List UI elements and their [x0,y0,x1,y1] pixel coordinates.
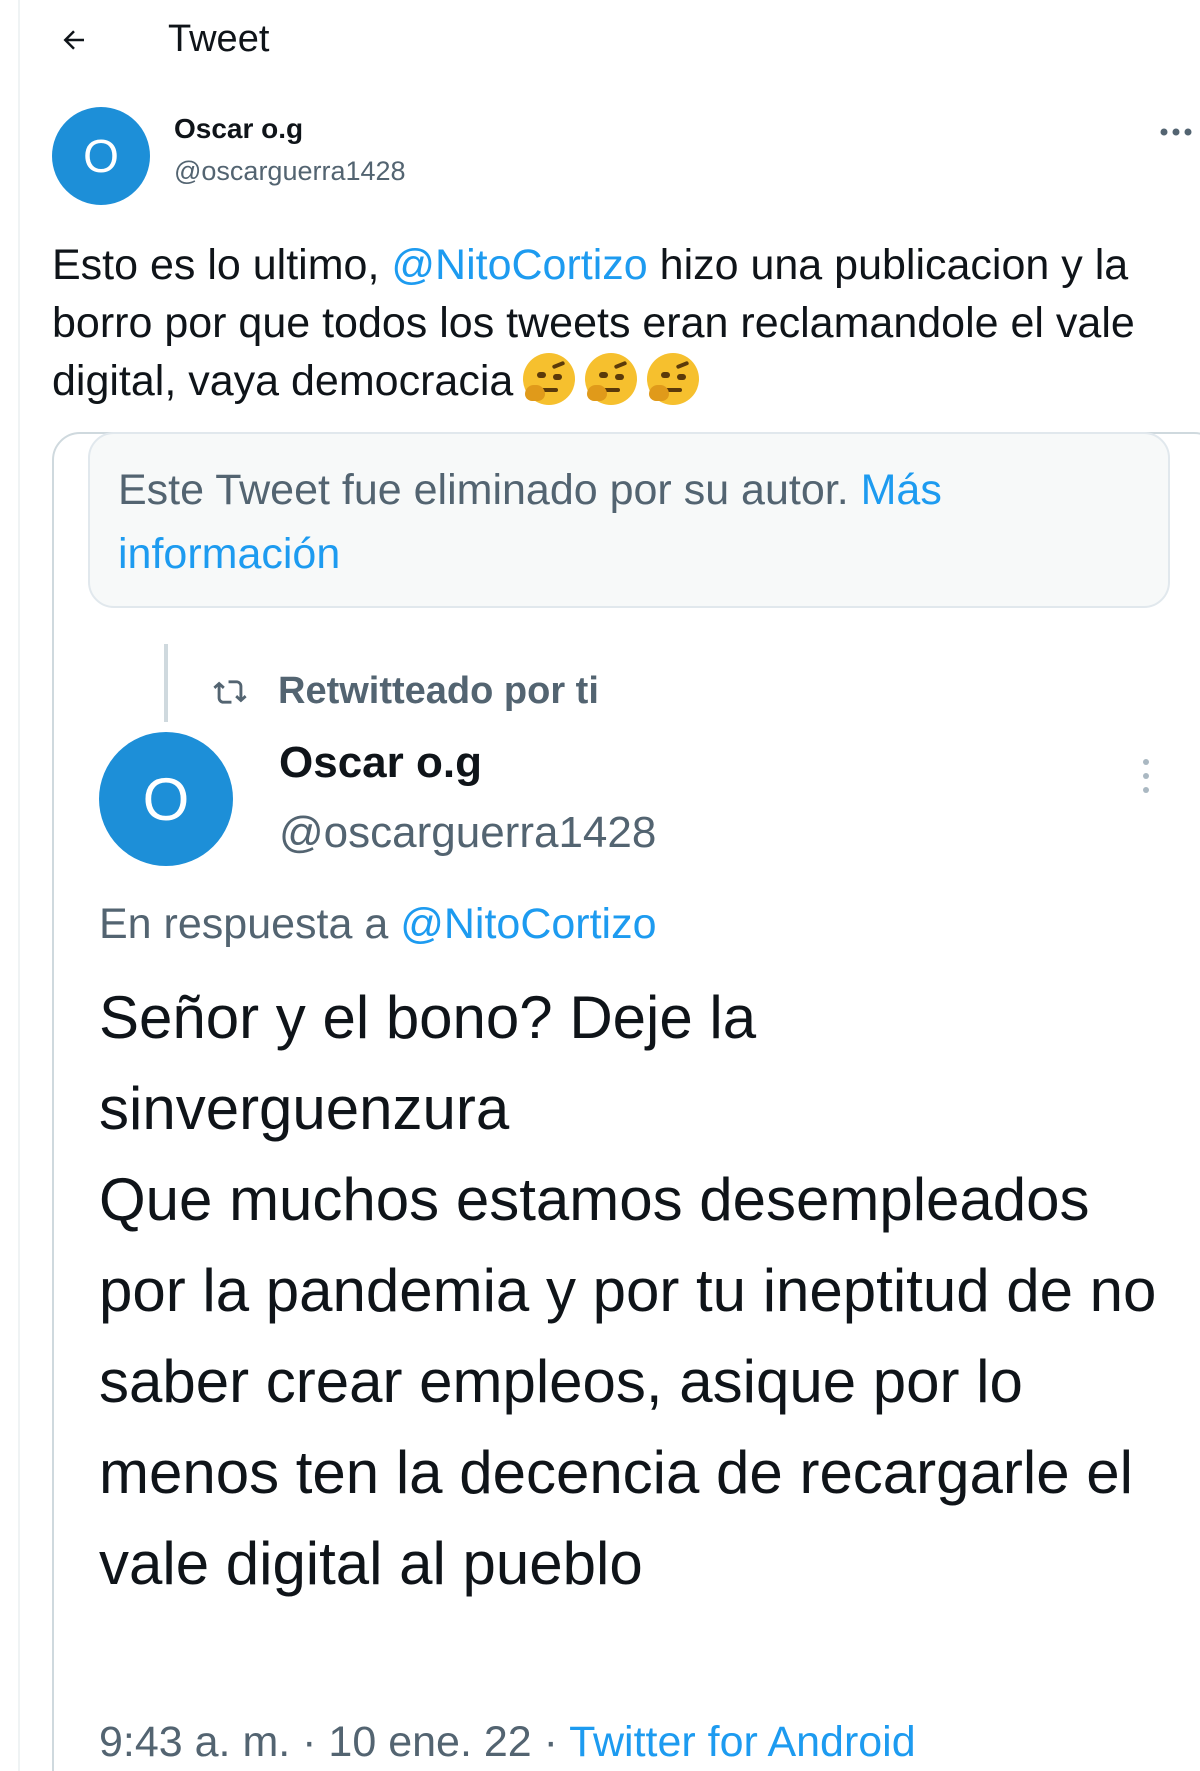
avatar-letter: O [142,765,190,833]
inner-author-handle[interactable]: @oscarguerra1428 [279,808,656,858]
face-with-raised-eyebrow-icon [523,353,576,405]
inner-tweet-text: Señor y el bono? Deje la sinverguenzura … [99,984,1157,1597]
more-vertical-icon[interactable] [1136,754,1156,798]
mention-link[interactable]: @NitoCortizo [391,241,647,289]
author-name[interactable]: Oscar o.g [174,113,303,145]
arrow-left-icon [63,30,84,50]
tweet-metadata: 9:43 a. m. · 10 ene. 22 · Twitter for An… [99,1718,916,1767]
face-with-raised-eyebrow-icon [585,353,638,405]
tweet-text: Esto es lo ultimo, @NitoCortizo hizo una… [52,236,1198,410]
avatar[interactable]: O [99,732,233,866]
author-handle[interactable]: @oscarguerra1428 [174,156,406,187]
avatar-letter: O [83,130,119,182]
reply-prefix: En respuesta a [99,900,401,948]
back-button[interactable] [52,18,96,62]
tweet-timestamp[interactable]: 9:43 a. m. · 10 ene. 22 · [99,1718,569,1766]
deleted-notice-text: Este Tweet fue eliminado por su autor. [118,466,861,514]
avatar[interactable]: O [52,107,150,205]
retweet-icon [212,676,248,708]
deleted-tweet-notice: Este Tweet fue eliminado por su autor. M… [88,432,1170,608]
face-with-raised-eyebrow-icon [647,353,700,405]
header: Tweet [0,0,1200,82]
retweet-label: Retwitteado por ti [278,670,599,712]
column-divider [18,0,20,1771]
tweet-page: Tweet O Oscar o.g @oscarguerra1428 Esto … [0,0,1200,1771]
tweet-text-part1: Esto es lo ultimo, [52,241,392,289]
inner-author-name[interactable]: Oscar o.g [279,738,482,788]
tweet-source-link[interactable]: Twitter for Android [569,1718,916,1766]
reply-mention-link[interactable]: @NitoCortizo [400,900,656,948]
reply-context: En respuesta a @NitoCortizo [99,900,657,949]
more-horizontal-icon[interactable] [1158,118,1200,146]
thread-line [164,644,168,722]
page-title: Tweet [168,18,270,60]
